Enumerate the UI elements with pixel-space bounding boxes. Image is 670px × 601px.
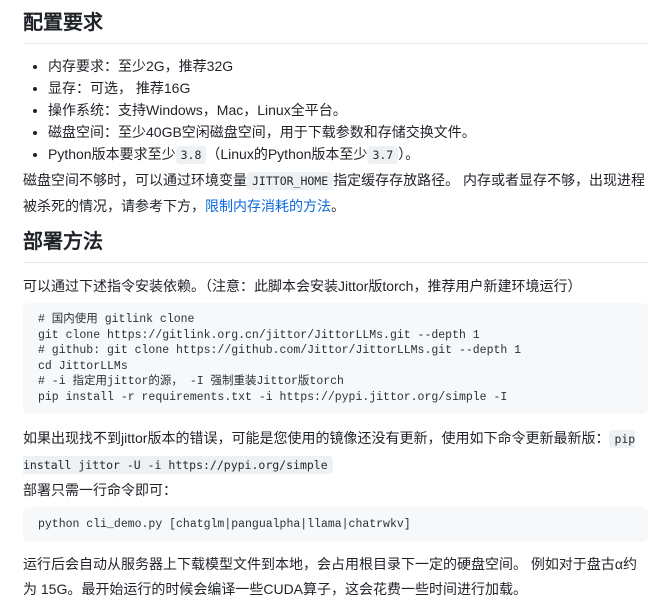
requirements-list: 内存要求：至少2G，推荐32G 显存：可选， 推荐16G 操作系统：支持Wind… — [23, 55, 648, 166]
install-code: # 国内使用 gitlink clonegit clone https://gi… — [38, 312, 633, 405]
config-section-heading: 配置要求 — [23, 12, 648, 44]
oneline-deploy-paragraph: 部署只需一行命令即可： — [23, 478, 648, 503]
list-item-disk: 磁盘空间：至少40GB空闲磁盘空间，用于下载参数和存储交换文件。 — [48, 121, 648, 143]
list-item-memory: 内存要求：至少2G，推荐32G — [48, 55, 648, 77]
deploy-section-heading: 部署方法 — [23, 231, 648, 263]
markdown-body: 配置要求 内存要求：至少2G，推荐32G 显存：可选， 推荐16G 操作系统：支… — [23, 12, 648, 601]
list-item-text: ）。 — [398, 146, 419, 162]
code-line: git clone https://gitlink.org.cn/jittor/… — [38, 328, 633, 344]
mirror-update-paragraph: 如果出现找不到jittor版本的错误，可能是您使用的镜像还没有更新，使用如下命令… — [23, 426, 648, 478]
list-item-text: 内存要求：至少2G，推荐32G — [48, 58, 233, 74]
readme-document: { "colors": { "text": "#1f2328", "link":… — [0, 0, 670, 594]
list-item-text: Python版本要求至少 — [48, 146, 176, 162]
list-item-text: 操作系统：支持Windows，Mac，Linux全平台。 — [48, 102, 347, 118]
python-version-code: 3.8 — [176, 146, 207, 164]
code-line: cd JittorLLMs — [38, 359, 633, 375]
list-item-text: 显存：可选， 推荐16G — [48, 80, 190, 96]
memory-limit-link[interactable]: 限制内存消耗的方法 — [205, 198, 331, 214]
list-item-text: （Linux的Python版本至少 — [206, 146, 367, 162]
code-line: # -i 指定用jittor的源， -I 强制重装Jittor版torch — [38, 374, 633, 390]
list-item-vram: 显存：可选， 推荐16G — [48, 77, 648, 99]
deploy-intro-paragraph: 可以通过下述指令安装依赖。（注意：此脚本会安装Jittor版torch，推荐用户… — [23, 274, 648, 299]
paragraph-text: 。 — [331, 198, 345, 214]
jittor-home-code: JITTOR_HOME — [247, 172, 333, 190]
run-code: python cli_demo.py [chatglm|pangualpha|l… — [38, 518, 411, 531]
list-item-os: 操作系统：支持Windows，Mac，Linux全平台。 — [48, 99, 648, 121]
code-line: # github: git clone https://github.com/J… — [38, 343, 633, 359]
paragraph-text: 如果出现找不到jittor版本的错误，可能是您使用的镜像还没有更新，使用如下命令… — [23, 430, 609, 446]
list-item-text: 磁盘空间：至少40GB空闲磁盘空间，用于下载参数和存储交换文件。 — [48, 124, 476, 140]
disk-note-paragraph: 磁盘空间不够时，可以通过环境变量JITTOR_HOME指定缓存存放路径。 内存或… — [23, 168, 648, 219]
paragraph-text: 磁盘空间不够时，可以通过环境变量 — [23, 172, 247, 188]
install-code-block: # 国内使用 gitlink clonegit clone https://gi… — [23, 303, 648, 414]
list-item-python: Python版本要求至少3.8（Linux的Python版本至少3.7）。 — [48, 143, 648, 166]
python-version-code: 3.7 — [367, 146, 398, 164]
code-line: # 国内使用 gitlink clone — [38, 312, 633, 328]
code-line: pip install -r requirements.txt -i https… — [38, 390, 633, 406]
run-code-block: python cli_demo.py [chatglm|pangualpha|l… — [23, 507, 648, 542]
